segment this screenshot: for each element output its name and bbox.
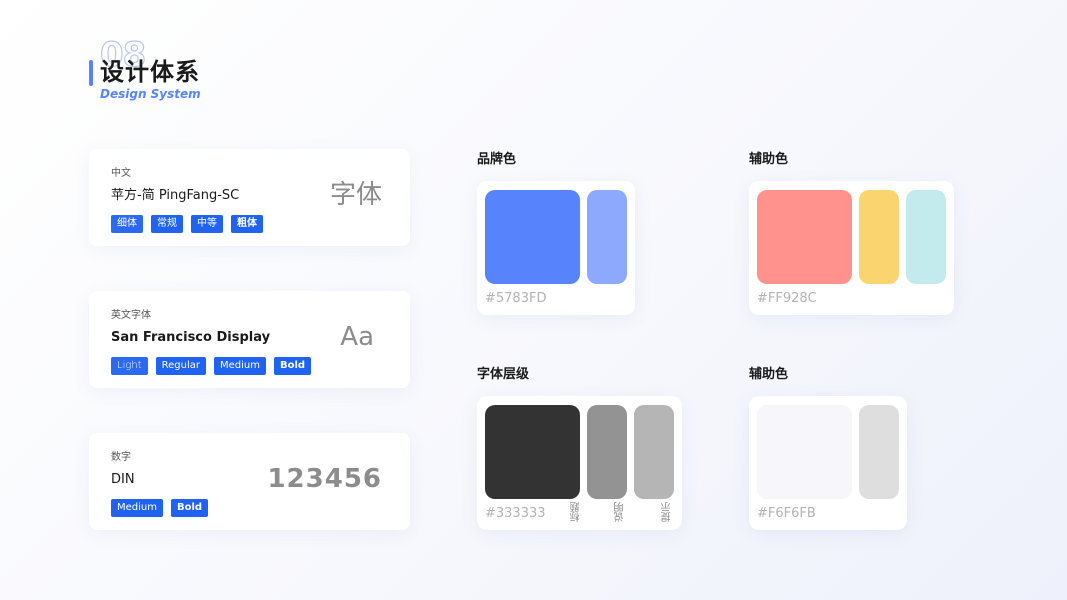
weight-tag-bold: 粗体 [231, 215, 263, 233]
font-card-digits: 数字 DIN Medium Bold 123456 [89, 433, 410, 530]
font-family-name: 苹方-简 PingFang-SC [111, 188, 240, 203]
text-level-label: 说明 [615, 502, 626, 522]
weight-tag-bold: Bold [273, 357, 312, 375]
color-swatch-light-bg [757, 405, 852, 499]
palette-card-aux-2: #F6F6FB [749, 396, 907, 530]
section-title-text-levels: 字体层级 [477, 367, 530, 382]
color-swatch-divider [859, 405, 899, 499]
font-weight-tags: Medium Bold [111, 499, 209, 517]
color-hex-label: #FF928C [757, 291, 817, 306]
color-swatch-coral [757, 190, 852, 284]
weight-tag-thin: 细体 [111, 215, 143, 233]
weight-tag-regular: Regular [155, 357, 206, 375]
palette-card-text-levels: #333333 标题 说明 提示 [477, 396, 682, 530]
section-title-aux: 辅助色 [749, 152, 789, 167]
font-card-label: 英文字体 [111, 310, 151, 321]
page-title: 设计体系 [100, 58, 200, 86]
color-swatch-title [485, 405, 580, 499]
page-header: 08 设计体系 Design System [88, 37, 288, 106]
color-hex-label: #333333 [485, 506, 546, 521]
weight-tag-light: Light [111, 357, 148, 375]
font-weight-tags: Light Regular Medium Bold [111, 357, 312, 375]
weight-tag-medium: Medium [111, 499, 163, 517]
font-card-english: 英文字体 San Francisco Display Light Regular… [89, 291, 410, 388]
weight-tag-bold: Bold [171, 499, 209, 517]
font-card-label: 数字 [111, 452, 131, 463]
section-title-brand: 品牌色 [477, 152, 517, 167]
font-sample: 123456 [267, 464, 382, 494]
font-family-name: DIN [111, 472, 135, 487]
font-sample: Aa [340, 322, 374, 352]
page-subtitle: Design System [100, 87, 201, 101]
text-level-label: 提示 [662, 502, 673, 522]
palette-card-brand: #5783FD [477, 181, 635, 315]
font-family-name: San Francisco Display [111, 330, 271, 345]
weight-tag-medium: 中等 [191, 215, 223, 233]
color-swatch-hint [634, 405, 674, 499]
color-hex-label: #F6F6FB [757, 506, 816, 521]
color-hex-label: #5783FD [485, 291, 547, 306]
color-swatch-cyan [906, 190, 946, 284]
font-weight-tags: 细体 常规 中等 粗体 [111, 215, 263, 233]
weight-tag-medium: Medium [213, 357, 266, 375]
font-card-label: 中文 [111, 168, 131, 179]
color-swatch-yellow [859, 190, 899, 284]
color-swatch-primary [485, 190, 580, 284]
color-swatch-secondary [587, 190, 627, 284]
color-swatch-desc [587, 405, 627, 499]
font-sample: 字体 [329, 180, 382, 210]
weight-tag-regular: 常规 [151, 215, 183, 233]
section-title-aux-2: 辅助色 [749, 367, 789, 382]
font-card-chinese: 中文 苹方-简 PingFang-SC 细体 常规 中等 粗体 字体 [89, 149, 410, 246]
title-accent-bar [89, 60, 93, 86]
text-level-label: 标题 [571, 502, 582, 522]
palette-card-aux: #FF928C [749, 181, 954, 315]
